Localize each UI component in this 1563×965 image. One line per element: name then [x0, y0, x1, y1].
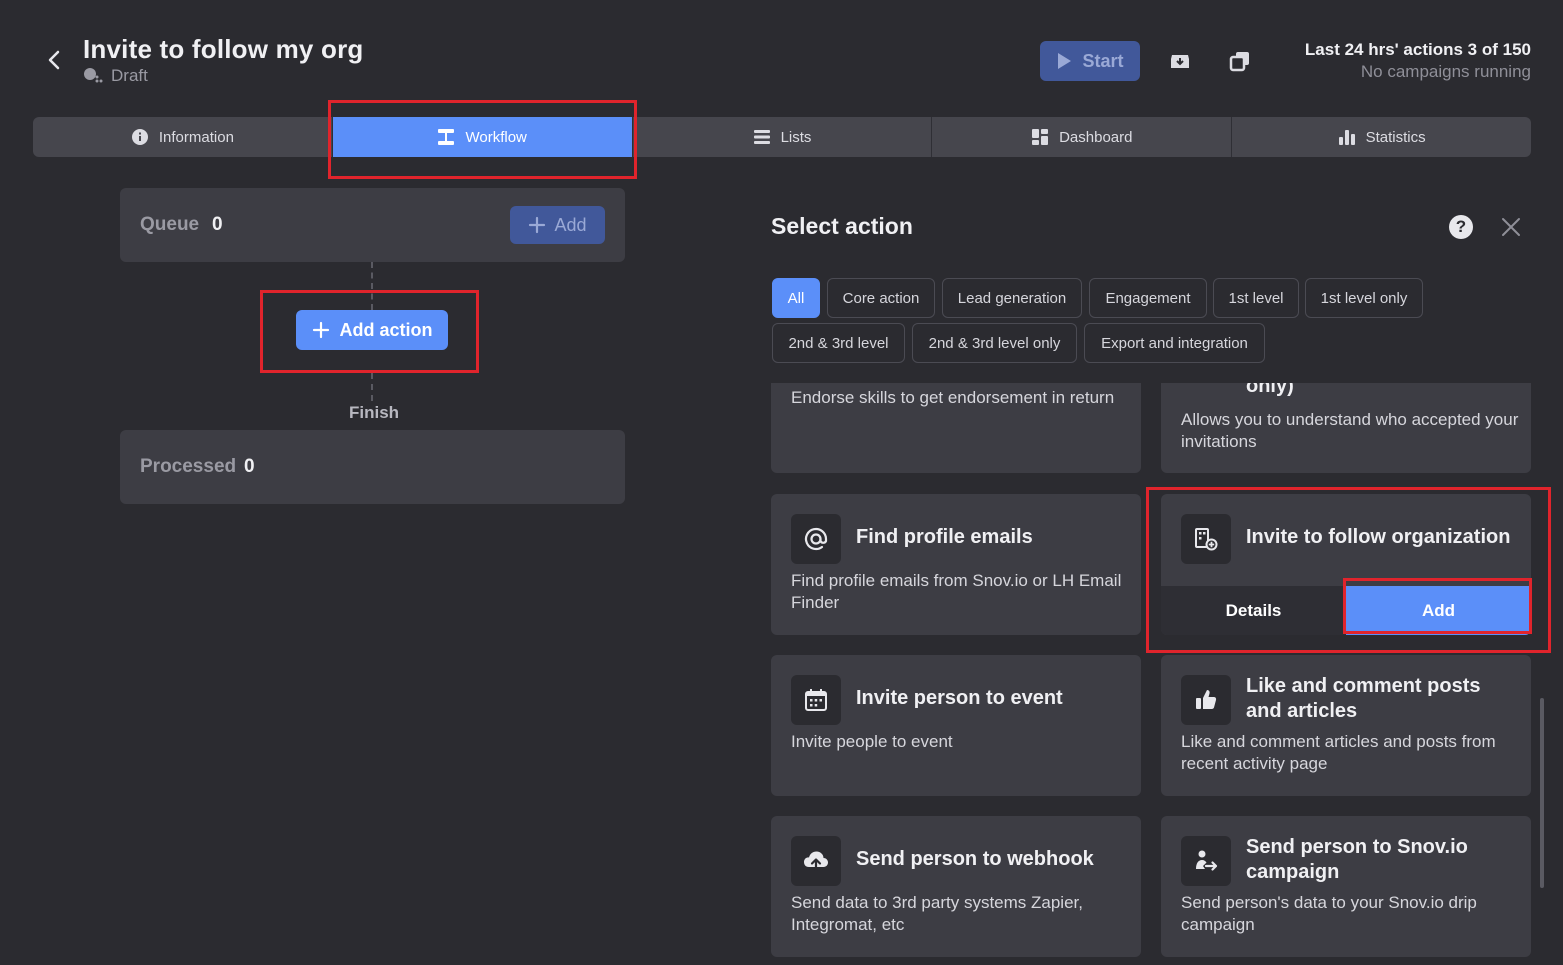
select-action-title: Select action: [771, 213, 913, 239]
card-title: Send person to webhook: [856, 848, 1094, 870]
card-description: Allows you to understand who accepted yo…: [1181, 410, 1519, 451]
person-send-icon: [1181, 836, 1231, 886]
highlight-box-workflow-tab: [328, 100, 637, 179]
copy-icon: [1229, 52, 1249, 72]
processed-label: Processed: [140, 456, 237, 477]
duplicate-button[interactable]: [1227, 48, 1253, 74]
tab-dashboard-label: Dashboard: [1059, 128, 1133, 146]
play-icon: [1058, 53, 1072, 69]
campaigns-running-status: No campaigns running: [1360, 62, 1531, 81]
queue-card: Queue 0 Add: [120, 188, 625, 262]
plus-icon: [529, 216, 546, 234]
action-cards-list[interactable]: Endorse skills to get endorsement in ret…: [760, 383, 1550, 965]
action-card-like-comment-posts[interactable]: Like and comment posts and articles Like…: [1161, 655, 1531, 796]
filter-all[interactable]: All: [772, 278, 820, 318]
tab-lists[interactable]: Lists: [633, 117, 933, 157]
list-icon: [753, 130, 770, 144]
highlight-box-add-button: [1343, 578, 1532, 634]
campaign-tabs: Information Workflow Lists Dashboard Sta…: [33, 117, 1531, 157]
filter-export-integration[interactable]: Export and integration: [1084, 323, 1265, 363]
tab-information[interactable]: Information: [33, 117, 333, 157]
filter-lead-generation[interactable]: Lead generation: [942, 278, 1082, 318]
start-button[interactable]: Start: [1040, 41, 1140, 81]
tab-statistics[interactable]: Statistics: [1232, 117, 1531, 157]
scrollbar[interactable]: [1540, 698, 1544, 888]
thumbs-up-icon: [1181, 675, 1231, 725]
action-card-find-profile-emails[interactable]: Find profile emails Find profile emails …: [771, 494, 1141, 635]
card-title: Find profile emails: [856, 526, 1033, 548]
back-button[interactable]: [38, 44, 70, 76]
chevron-left-icon: [48, 50, 60, 70]
card-title: Send person to Snov.io campaign: [1246, 836, 1468, 883]
action-card-send-webhook[interactable]: Send person to webhook Send data to 3rd …: [771, 816, 1141, 957]
processed-card: Processed 0: [120, 430, 625, 504]
action-card-check-accepted[interactable]: only) Allows you to understand who accep…: [1161, 383, 1531, 473]
help-icon[interactable]: ?: [1449, 215, 1473, 239]
queue-add-label: Add: [554, 214, 587, 235]
card-description: Endorse skills to get endorsement in ret…: [791, 388, 1115, 407]
card-title: only): [1246, 383, 1294, 397]
page-title: Invite to follow my org: [83, 34, 364, 64]
queue-add-button[interactable]: Add: [510, 206, 605, 244]
archive-button[interactable]: [1167, 48, 1193, 74]
start-label: Start: [1082, 50, 1124, 71]
card-title: Like and comment posts and articles: [1246, 675, 1481, 722]
highlight-box-add-action: [260, 290, 479, 373]
close-icon: [1502, 218, 1520, 236]
finish-label: Finish: [349, 403, 400, 422]
workflow-connector-bottom: [371, 373, 373, 401]
info-icon: [131, 129, 148, 145]
card-description: Send person's data to your Snov.io drip …: [1181, 893, 1477, 934]
tab-dashboard[interactable]: Dashboard: [932, 117, 1233, 157]
card-title: Invite person to event: [856, 687, 1063, 709]
action-card-endorse-skills[interactable]: Endorse skills to get endorsement in ret…: [771, 383, 1141, 473]
bar-chart-icon: [1338, 130, 1355, 145]
filter-2nd-3rd-level-only[interactable]: 2nd & 3rd level only: [912, 323, 1077, 363]
card-description: Like and comment articles and posts from…: [1181, 732, 1496, 773]
campaign-status: Draft: [83, 66, 148, 86]
filter-2nd-3rd-level[interactable]: 2nd & 3rd level: [772, 323, 905, 363]
draft-status-icon: [84, 68, 103, 83]
card-description: Send data to 3rd party systems Zapier, I…: [791, 893, 1083, 934]
card-description: Invite people to event: [791, 732, 953, 751]
at-sign-icon: [791, 514, 841, 564]
tab-lists-label: Lists: [780, 128, 812, 146]
filter-engagement[interactable]: Engagement: [1089, 278, 1207, 318]
dashboard-icon: [1032, 129, 1049, 145]
filter-core-action[interactable]: Core action: [827, 278, 935, 318]
archive-icon: [1171, 55, 1189, 68]
processed-count: 0: [244, 456, 255, 477]
actions-quota: Last 24 hrs' actions 3 of 150: [1304, 40, 1531, 59]
card-description: Find profile emails from Snov.io or LH E…: [791, 571, 1122, 612]
tab-information-label: Information: [158, 128, 234, 146]
filter-1st-level[interactable]: 1st level: [1213, 278, 1299, 318]
status-text: Draft: [111, 66, 148, 85]
cloud-upload-icon: [791, 836, 841, 886]
action-card-invite-person-event[interactable]: Invite person to event Invite people to …: [771, 655, 1141, 796]
filter-1st-level-only[interactable]: 1st level only: [1305, 278, 1423, 318]
close-button[interactable]: [1499, 215, 1523, 239]
queue-label: Queue: [140, 214, 200, 235]
calendar-icon: [791, 675, 841, 725]
tab-statistics-label: Statistics: [1365, 128, 1426, 146]
queue-count: 0: [212, 214, 223, 235]
action-card-send-snovio-campaign[interactable]: Send person to Snov.io campaign Send per…: [1161, 816, 1531, 957]
